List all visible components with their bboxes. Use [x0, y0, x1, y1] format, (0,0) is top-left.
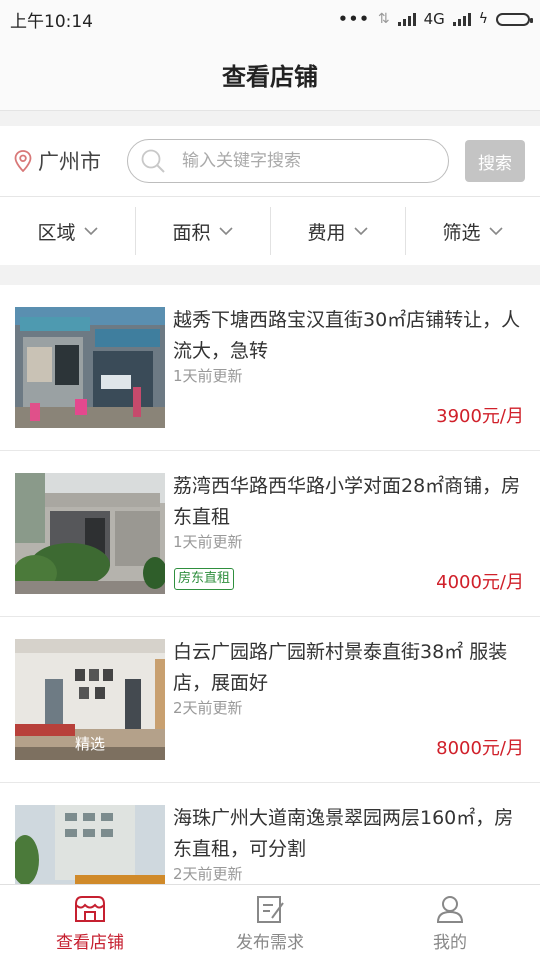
search-row: 广州市 搜索 — [0, 126, 540, 197]
listing-updated: 2天前更新 — [173, 865, 243, 883]
edit-icon — [257, 895, 284, 923]
city-label: 广州市 — [38, 150, 101, 174]
status-time: 上午10:14 — [10, 11, 93, 32]
chevron-down-icon — [83, 226, 98, 235]
battery-icon — [496, 12, 533, 26]
listing-price: 8000元/月 — [436, 738, 524, 759]
filter-label: 费用 — [307, 221, 346, 244]
filter-area-district[interactable]: 区域 — [0, 197, 135, 265]
featured-tag: 精选 — [74, 735, 105, 753]
tab-bar: 查看店铺 发布需求 我的 — [0, 884, 540, 961]
listing-title: 白云广园路广园新村景泰直街38㎡ 服装店，展面好 — [173, 641, 508, 694]
tab-view-shops[interactable]: 查看店铺 — [0, 885, 180, 961]
city-selector[interactable]: 广州市 — [14, 146, 101, 176]
status-bar: 上午10:14 ••• ⇅ 4G ϟ — [0, 0, 540, 38]
search-button[interactable]: 搜索 — [465, 140, 525, 182]
header: 查看店铺 — [0, 38, 540, 111]
listing-item[interactable]: 越秀下塘西路宝汉直街30㎡店铺转让，人流大，急转 1天前更新 3900元/月 — [0, 285, 540, 451]
listing-title: 海珠广州大道南逸景翠园两层160㎡，房东直租，可分割 — [173, 807, 514, 860]
tab-label: 我的 — [433, 932, 467, 953]
listing-price: 4000元/月 — [436, 572, 524, 593]
listing-item[interactable]: 荔湾西华路西华路小学对面28㎡商铺，房东直租 1天前更新 房东直租 4000元/… — [0, 451, 540, 617]
listing-photo — [15, 473, 165, 594]
more-dots-icon: ••• — [338, 10, 370, 28]
listing-price: 3900元/月 — [436, 406, 524, 427]
listing-item[interactable]: 精选 白云广园路广园新村景泰直街38㎡ 服装店，展面好 2天前更新 8000元/… — [0, 617, 540, 783]
user-icon — [436, 895, 464, 923]
search-input[interactable] — [180, 150, 424, 172]
listing-photo: 精选 — [15, 639, 165, 760]
chevron-down-icon — [353, 226, 368, 235]
listing-updated: 1天前更新 — [173, 533, 243, 551]
chevron-down-icon — [488, 226, 503, 235]
landlord-direct-badge: 房东直租 — [174, 568, 235, 590]
data-arrows-icon: ⇅ — [377, 11, 390, 27]
filter-label: 区域 — [37, 221, 76, 244]
signal-icon — [397, 12, 416, 26]
status-indicators: ••• ⇅ 4G ϟ — [338, 10, 533, 28]
search-icon — [141, 149, 165, 173]
chevron-down-icon — [218, 226, 233, 235]
shop-icon — [75, 895, 105, 922]
listing-photo — [15, 307, 165, 428]
location-pin-icon — [14, 150, 32, 172]
filter-row: 区域 面积 费用 筛选 — [0, 197, 540, 265]
signal-icon-2 — [452, 12, 471, 26]
page-title: 查看店铺 — [222, 62, 318, 91]
filter-label: 筛选 — [442, 221, 481, 244]
filter-size[interactable]: 面积 — [135, 197, 270, 265]
charging-icon: ϟ — [478, 11, 488, 27]
tab-label: 查看店铺 — [56, 932, 124, 953]
listing-updated: 2天前更新 — [173, 699, 243, 717]
filter-label: 面积 — [172, 221, 211, 244]
tab-profile[interactable]: 我的 — [360, 885, 540, 961]
listing-title: 越秀下塘西路宝汉直街30㎡店铺转让，人流大，急转 — [173, 309, 521, 362]
network-type: 4G — [423, 10, 445, 28]
tab-label: 发布需求 — [236, 932, 304, 953]
listing-title: 荔湾西华路西华路小学对面28㎡商铺，房东直租 — [173, 475, 521, 528]
listing-updated: 1天前更新 — [173, 367, 243, 385]
listing-list: 越秀下塘西路宝汉直街30㎡店铺转让，人流大，急转 1天前更新 3900元/月 荔… — [0, 285, 540, 949]
filter-cost[interactable]: 费用 — [270, 197, 405, 265]
filter-more[interactable]: 筛选 — [405, 197, 540, 265]
search-box[interactable] — [127, 139, 449, 183]
tab-post-request[interactable]: 发布需求 — [180, 885, 360, 961]
